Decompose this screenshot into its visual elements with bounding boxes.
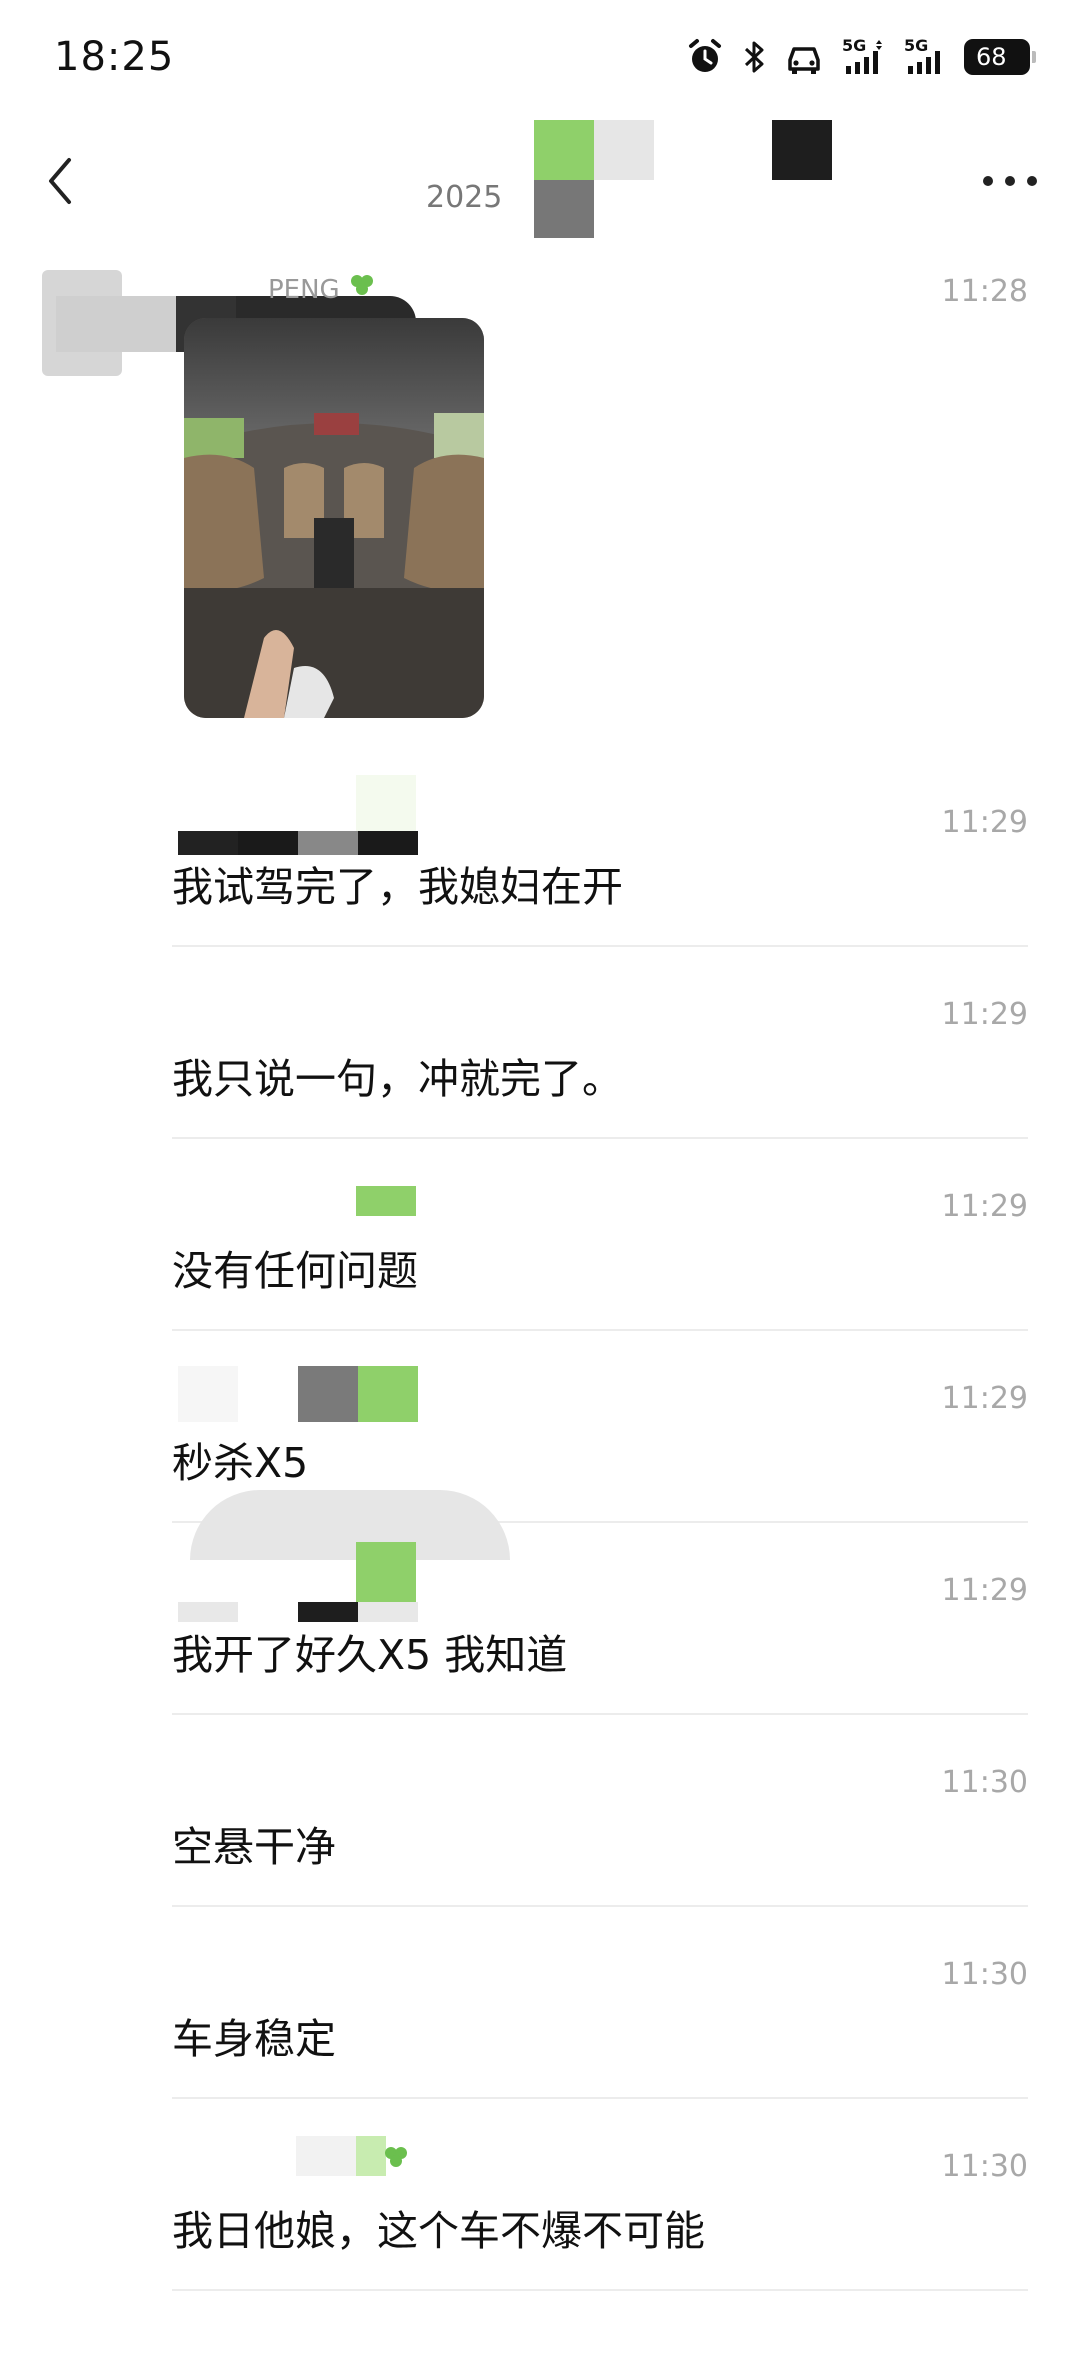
message-text[interactable]: 没有任何问题: [172, 1237, 418, 1297]
message-time: 11:29: [941, 1573, 1028, 1608]
message-item[interactable]: 11:29 我只说一句，冲就完了。: [172, 947, 1028, 1139]
message-text[interactable]: 我只说一句，冲就完了。: [172, 1045, 623, 1105]
clover-icon: [385, 2147, 407, 2167]
message-item[interactable]: 11:29 没有任何问题: [172, 1139, 1028, 1331]
battery-icon: 68: [964, 39, 1036, 75]
message-text[interactable]: 我日他娘，这个车不爆不可能: [172, 2197, 705, 2257]
message-time: 11:29: [941, 805, 1028, 840]
message-time: 11:30: [941, 2149, 1028, 2184]
nav-bar: 2025: [0, 120, 1080, 240]
message-text[interactable]: 空悬干净: [172, 1813, 336, 1873]
back-button[interactable]: [30, 136, 90, 226]
clover-icon: [350, 275, 373, 295]
car-interior-photo: [184, 318, 484, 718]
car-icon: [788, 47, 820, 74]
message-item[interactable]: 11:30 空悬干净: [172, 1715, 1028, 1907]
more-button[interactable]: [970, 136, 1050, 226]
status-icons: 5G 5G 68: [686, 36, 1036, 76]
sender-name: PENG: [268, 272, 376, 305]
redaction-mosaic: [178, 1366, 418, 1426]
message-text[interactable]: 车身稳定: [172, 2005, 336, 2065]
message-text[interactable]: 秒杀X5: [172, 1429, 308, 1489]
signal-icon: 5G: [902, 36, 948, 76]
message-text[interactable]: 我开了好久X5 我知道: [172, 1621, 567, 1681]
message-time: 11:29: [941, 1189, 1028, 1224]
message-time: 11:29: [941, 997, 1028, 1032]
battery-level: 68: [976, 43, 1007, 71]
message-text[interactable]: 我试驾完了，我媳妇在开: [172, 853, 623, 913]
message-item[interactable]: PENG 11:28: [0, 250, 1080, 755]
redaction-mosaic: [178, 775, 418, 855]
redaction-mosaic: [296, 2136, 407, 2176]
message-time: 11:30: [941, 1765, 1028, 1800]
more-dots-icon: [983, 176, 1037, 186]
redaction-mosaic: [178, 1542, 418, 1622]
redaction-mosaic: [356, 1186, 416, 1216]
message-time: 11:28: [941, 274, 1028, 309]
alarm-icon: [689, 39, 721, 72]
status-bar: 18:25 5G 5G 68: [0, 0, 1080, 120]
chevron-left-icon: [49, 158, 71, 204]
status-time: 18:25: [54, 34, 175, 80]
message-time: 11:30: [941, 1957, 1028, 1992]
message-item[interactable]: 11:30 车身稳定: [172, 1907, 1028, 2099]
nav-subtitle: 2025: [426, 180, 503, 215]
message-item[interactable]: 11:30 我日他娘，这个车不爆不可能: [172, 2099, 1028, 2291]
bluetooth-icon: [744, 41, 764, 73]
signal-icon: 5G: [840, 36, 886, 76]
title-mosaic: [534, 120, 834, 240]
chat-image[interactable]: [184, 318, 484, 718]
message-time: 11:29: [941, 1381, 1028, 1416]
